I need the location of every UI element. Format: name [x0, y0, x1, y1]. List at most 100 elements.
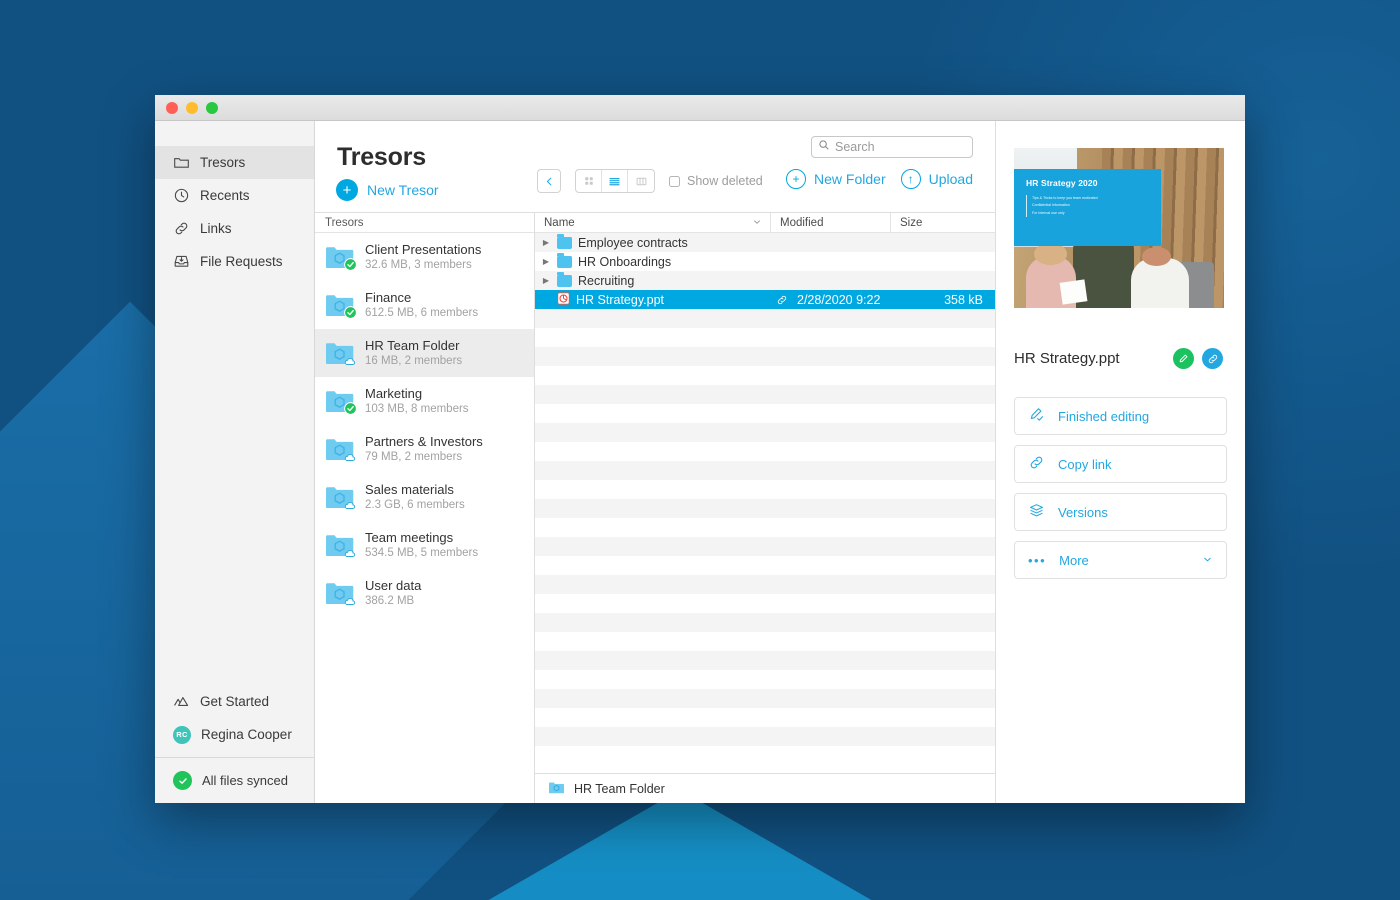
- thumbnail-paper: [1059, 279, 1088, 305]
- file-row-empty: [535, 537, 995, 556]
- sidebar-item-get-started[interactable]: Get Started: [155, 685, 314, 718]
- finished-editing-button[interactable]: Finished editing: [1014, 397, 1227, 435]
- file-row[interactable]: HR Strategy.ppt 2/28/2020 9:22 358 kB: [535, 290, 995, 309]
- sync-status-label: All files synced: [202, 773, 288, 788]
- link-icon: [1028, 454, 1045, 474]
- thumbnail-overlay-line: For internal use only: [1032, 210, 1065, 215]
- file-name-label: Employee contracts: [578, 235, 688, 250]
- view-mode-list[interactable]: [602, 170, 628, 192]
- new-tresor-button[interactable]: + New Tresor: [336, 179, 439, 201]
- app-window: Tresors Recents Links File Requests Get …: [155, 95, 1245, 803]
- expand-triangle-icon[interactable]: ▶: [535, 257, 557, 266]
- tresor-list-item[interactable]: Client Presentations 32.6 MB, 3 members: [315, 233, 534, 281]
- tresor-list-item[interactable]: Team meetings 534.5 MB, 5 members: [315, 521, 534, 569]
- column-header-name[interactable]: Name: [535, 213, 771, 232]
- new-folder-label: New Folder: [814, 171, 886, 187]
- sidebar-primary-nav: Tresors Recents Links File Requests: [155, 121, 314, 278]
- expand-triangle-icon[interactable]: ▶: [535, 276, 557, 285]
- tresor-item-name: Sales materials: [365, 481, 454, 497]
- content-header: Tresors + New Tresor Search Show deleted…: [315, 121, 995, 213]
- file-row-empty: [535, 404, 995, 423]
- tresor-pane: Tresors Client Presentations 32.6 MB, 3 m…: [315, 213, 535, 803]
- tresor-list-item[interactable]: Partners & Investors 79 MB, 2 members: [315, 425, 534, 473]
- new-folder-button[interactable]: + New Folder: [786, 169, 886, 189]
- thumbnail-overlay-line: Tips & Tricks to keep you team motivated: [1032, 195, 1098, 200]
- cloud-badge-icon: [344, 498, 357, 511]
- search-box[interactable]: [811, 136, 973, 158]
- search-input[interactable]: [835, 140, 966, 154]
- expand-triangle-icon[interactable]: ▶: [535, 238, 557, 247]
- plus-icon: +: [336, 179, 358, 201]
- show-deleted-label: Show deleted: [687, 174, 763, 188]
- thumbnail-overlay-line: Confidential information: [1032, 203, 1070, 208]
- file-row-empty: [535, 480, 995, 499]
- file-row-empty: [535, 632, 995, 651]
- copy-link-button[interactable]: Copy link: [1014, 445, 1227, 483]
- sidebar-item-file-requests[interactable]: File Requests: [155, 245, 314, 278]
- file-name-label: Recruiting: [578, 273, 635, 288]
- tresor-list-item[interactable]: Marketing 103 MB, 8 members: [315, 377, 534, 425]
- detail-title-row: HR Strategy.ppt: [1014, 348, 1227, 369]
- shared-link-icon[interactable]: [771, 294, 793, 306]
- tresor-item-meta: User data 386.2 MB: [365, 578, 421, 609]
- breadcrumb-label: HR Team Folder: [574, 781, 665, 796]
- maximize-window-button[interactable]: [206, 101, 218, 114]
- tresor-item-details: 32.6 MB, 3 members: [365, 258, 472, 271]
- tresor-list-item[interactable]: User data 386.2 MB: [315, 569, 534, 617]
- versions-button[interactable]: Versions: [1014, 493, 1227, 531]
- tresor-folder-icon: [325, 580, 356, 606]
- edit-button[interactable]: [1173, 348, 1194, 369]
- minimize-window-button[interactable]: [186, 101, 198, 114]
- sidebar-item-tresors[interactable]: Tresors: [155, 146, 314, 179]
- sidebar-item-user-account[interactable]: RC Regina Cooper: [155, 718, 314, 751]
- show-deleted-checkbox[interactable]: Show deleted: [669, 174, 763, 188]
- sidebar-item-recents[interactable]: Recents: [155, 179, 314, 212]
- tresor-folder-icon: [325, 484, 357, 511]
- file-name-cell: Employee contracts: [557, 233, 771, 250]
- sidebar: Tresors Recents Links File Requests Get …: [155, 121, 315, 803]
- search-icon: [818, 138, 830, 156]
- action-label: Copy link: [1058, 456, 1112, 472]
- column-header-size[interactable]: Size: [891, 213, 995, 232]
- cloud-badge-icon: [344, 354, 357, 367]
- folder-icon: [557, 271, 572, 287]
- sync-status-bar: All files synced: [155, 757, 314, 803]
- file-list-rows[interactable]: ▶ Employee contracts ▶ HR Onboardings ▶ Recru…: [535, 233, 995, 773]
- tresor-list-item[interactable]: HR Team Folder 16 MB, 2 members: [315, 329, 534, 377]
- synced-badge-icon: [344, 258, 357, 271]
- file-thumbnail: HR Strategy 2020 Tips & Tricks to keep y…: [1014, 148, 1224, 308]
- file-row-empty: [535, 727, 995, 746]
- more-button[interactable]: ••• More: [1014, 541, 1227, 579]
- tresor-list-item[interactable]: Finance 612.5 MB, 6 members: [315, 281, 534, 329]
- detail-file-name: HR Strategy.ppt: [1014, 350, 1120, 367]
- file-row-empty: [535, 746, 995, 765]
- tresor-list-item[interactable]: Sales materials 2.3 GB, 6 members: [315, 473, 534, 521]
- sidebar-item-links[interactable]: Links: [155, 212, 314, 245]
- back-button[interactable]: [537, 169, 561, 193]
- detail-pane: HR Strategy 2020 Tips & Tricks to keep y…: [995, 121, 1245, 803]
- detail-actions: Finished editing Copy link Versions ••• …: [1014, 397, 1227, 579]
- action-label: More: [1059, 552, 1089, 568]
- file-row-empty: [535, 613, 995, 632]
- thumbnail-title-overlay: HR Strategy 2020 Tips & Tricks to keep y…: [1014, 168, 1161, 246]
- file-name-label: HR Onboardings: [578, 254, 672, 269]
- link-button[interactable]: [1202, 348, 1223, 369]
- action-label: Versions: [1058, 504, 1108, 520]
- file-row[interactable]: ▶ HR Onboardings: [535, 252, 995, 271]
- tresor-list[interactable]: Client Presentations 32.6 MB, 3 members Fi…: [315, 233, 534, 803]
- chevron-down-icon: [752, 217, 762, 230]
- upload-button[interactable]: ↑ Upload: [900, 169, 973, 189]
- close-window-button[interactable]: [166, 101, 178, 114]
- cloud-badge-icon: [344, 546, 357, 559]
- view-mode-grid[interactable]: [576, 170, 602, 192]
- column-header-modified[interactable]: Modified: [771, 213, 891, 232]
- action-label: Finished editing: [1058, 408, 1150, 424]
- view-mode-columns[interactable]: [628, 170, 654, 192]
- file-row[interactable]: ▶ Recruiting: [535, 271, 995, 290]
- layers-icon: [1028, 502, 1045, 522]
- file-row[interactable]: ▶ Employee contracts: [535, 233, 995, 252]
- tresor-folder-icon: [325, 340, 357, 367]
- chevron-down-icon: [1202, 553, 1213, 568]
- thumbnail-overlay-lines: Tips & Tricks to keep you team motivated…: [1026, 194, 1151, 218]
